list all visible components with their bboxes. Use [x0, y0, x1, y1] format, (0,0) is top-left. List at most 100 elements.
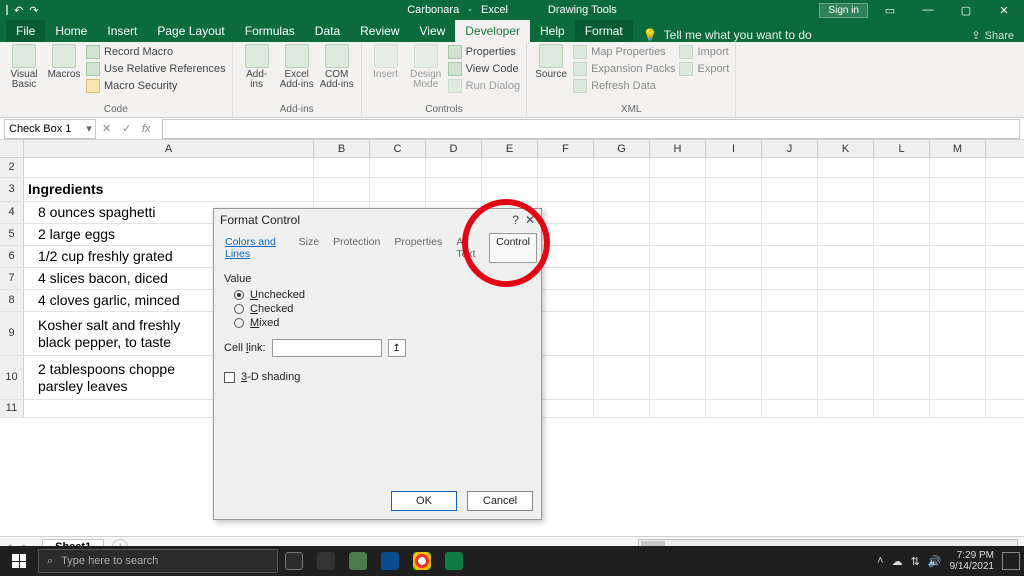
cell[interactable] [538, 178, 594, 201]
tab-home[interactable]: Home [45, 20, 97, 42]
cell[interactable] [762, 356, 818, 399]
row-header[interactable]: 11 [0, 400, 24, 417]
cell[interactable] [706, 246, 762, 267]
ok-button[interactable]: OK [391, 491, 457, 511]
cell[interactable] [930, 268, 986, 289]
radio-checked[interactable]: Checked [234, 303, 531, 315]
redo-icon[interactable]: ↷ [29, 4, 38, 17]
cell[interactable] [874, 246, 930, 267]
cell[interactable] [370, 158, 426, 177]
share-button[interactable]: ⇪Share [971, 29, 1024, 42]
cell[interactable] [930, 158, 986, 177]
cell[interactable] [650, 400, 706, 417]
cell[interactable] [650, 312, 706, 355]
visual-basic-button[interactable]: Visual Basic [6, 44, 42, 94]
cell[interactable] [874, 312, 930, 355]
ribbon-options-icon[interactable]: ▭ [874, 0, 906, 20]
cell[interactable] [818, 268, 874, 289]
cell[interactable] [762, 178, 818, 201]
tab-developer[interactable]: Developer [455, 20, 530, 42]
refresh-data-button[interactable]: Refresh Data [573, 78, 675, 94]
cell[interactable] [874, 202, 930, 223]
cell[interactable] [650, 268, 706, 289]
cell[interactable] [930, 178, 986, 201]
cell[interactable] [706, 178, 762, 201]
taskbar-excel[interactable] [438, 546, 470, 576]
col-header[interactable]: C [370, 140, 426, 157]
dialog-tab-size[interactable]: Size [292, 233, 326, 263]
cell[interactable] [314, 178, 370, 201]
fx-icon[interactable]: fx [142, 123, 156, 135]
tab-file[interactable]: File [6, 20, 45, 42]
cell[interactable] [650, 290, 706, 311]
col-header[interactable]: E [482, 140, 538, 157]
tab-format[interactable]: Format [575, 20, 633, 42]
com-addins-button[interactable]: COM Add-ins [319, 44, 355, 90]
cell[interactable] [818, 290, 874, 311]
cell[interactable] [594, 246, 650, 267]
cell[interactable] [930, 246, 986, 267]
cell[interactable] [762, 202, 818, 223]
cell[interactable] [24, 158, 314, 177]
cell[interactable] [818, 312, 874, 355]
row-header[interactable]: 7 [0, 268, 24, 289]
cell[interactable] [594, 356, 650, 399]
tab-page-layout[interactable]: Page Layout [147, 20, 234, 42]
cell[interactable] [538, 356, 594, 399]
cell[interactable] [650, 202, 706, 223]
row-header[interactable]: 9 [0, 312, 24, 355]
cancel-button[interactable]: Cancel [467, 491, 533, 511]
tab-data[interactable]: Data [305, 20, 350, 42]
export-button[interactable]: Export [679, 61, 729, 77]
cell[interactable] [538, 202, 594, 223]
tell-me-search[interactable]: 💡 Tell me what you want to do [643, 28, 812, 42]
cell[interactable] [594, 290, 650, 311]
taskbar-clock[interactable]: 7:29 PM 9/14/2021 [950, 550, 995, 572]
maximize-button[interactable]: ▢ [950, 0, 982, 20]
cell[interactable] [482, 158, 538, 177]
cell[interactable] [762, 312, 818, 355]
cell[interactable] [930, 312, 986, 355]
cell[interactable] [594, 178, 650, 201]
record-macro-button[interactable]: Record Macro [86, 44, 226, 60]
dialog-tab-properties[interactable]: Properties [387, 233, 449, 263]
col-header[interactable]: K [818, 140, 874, 157]
col-header[interactable]: J [762, 140, 818, 157]
cell[interactable] [482, 178, 538, 201]
cell[interactable] [706, 224, 762, 245]
cell[interactable] [650, 246, 706, 267]
cell[interactable] [706, 400, 762, 417]
minimize-button[interactable]: — [912, 0, 944, 20]
cell[interactable] [650, 356, 706, 399]
cell[interactable] [706, 268, 762, 289]
row-header[interactable]: 6 [0, 246, 24, 267]
col-header[interactable]: G [594, 140, 650, 157]
dialog-tab-control[interactable]: Control [489, 233, 537, 263]
cell[interactable] [594, 158, 650, 177]
cell[interactable] [594, 400, 650, 417]
cell[interactable] [538, 290, 594, 311]
cell[interactable] [874, 400, 930, 417]
range-picker-button[interactable]: ↥ [388, 339, 406, 357]
expansion-packs-button[interactable]: Expansion Packs [573, 61, 675, 77]
col-header[interactable]: I [706, 140, 762, 157]
macro-security-button[interactable]: Macro Security [86, 78, 226, 94]
insert-control-button[interactable]: Insert [368, 44, 404, 94]
tray-volume-icon[interactable]: 🔊 [928, 555, 942, 568]
cell[interactable] [762, 246, 818, 267]
cell[interactable] [762, 158, 818, 177]
row-header[interactable]: 3 [0, 178, 24, 201]
import-button[interactable]: Import [679, 44, 729, 60]
enter-formula-icon[interactable]: ✓ [122, 122, 136, 135]
map-properties-button[interactable]: Map Properties [573, 44, 675, 60]
dialog-close-button[interactable]: ✕ [525, 213, 535, 227]
action-center-button[interactable] [1002, 552, 1020, 570]
cell[interactable] [370, 178, 426, 201]
cell[interactable] [426, 158, 482, 177]
cell[interactable] [874, 224, 930, 245]
col-header[interactable]: D [426, 140, 482, 157]
cell[interactable] [706, 356, 762, 399]
cancel-formula-icon[interactable]: ✕ [102, 122, 116, 135]
excel-addins-button[interactable]: Excel Add-ins [279, 44, 315, 90]
cell[interactable] [818, 246, 874, 267]
